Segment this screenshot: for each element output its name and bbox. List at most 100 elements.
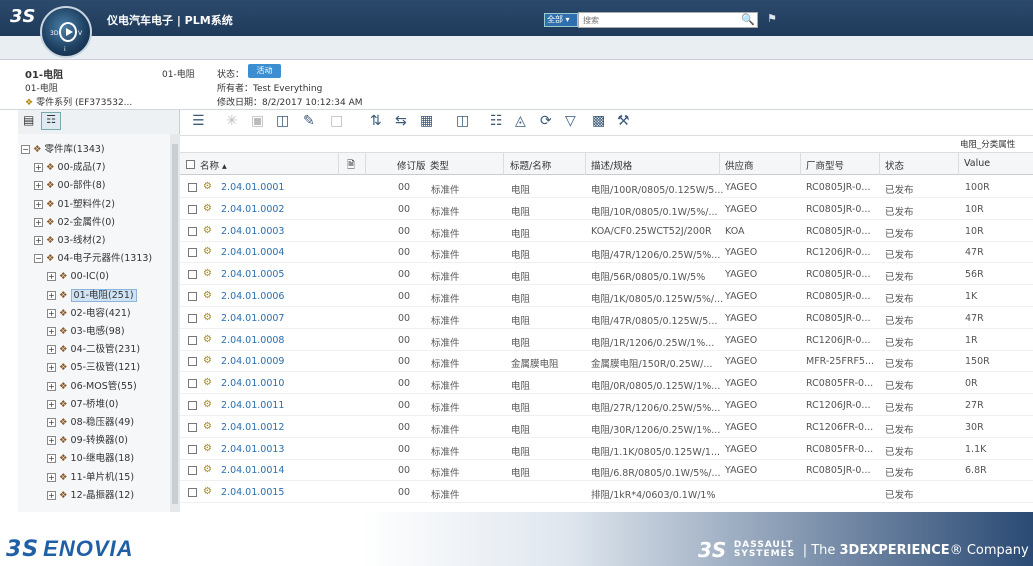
row-checkbox[interactable] [188,335,197,345]
tree-item[interactable]: + ❖ 04-二极管(231) [47,343,140,357]
expand-icon[interactable]: + [47,327,56,336]
reverse-icon[interactable]: ⇆ [395,113,407,129]
compare-icon[interactable]: ◬ [515,113,526,129]
state-badge[interactable]: 活动 [248,64,281,78]
expand-icon[interactable]: + [47,272,56,282]
col-state[interactable]: 状态 [885,158,904,172]
tree-item[interactable]: + ❖ 03-线材(2) [34,234,106,248]
expand-icon[interactable]: + [34,236,43,245]
expand-icon[interactable]: + [47,490,56,500]
columns-icon[interactable]: ◫ [456,113,469,129]
row-checkbox[interactable] [188,444,197,454]
expand-icon[interactable]: + [34,217,43,227]
col-revision[interactable]: 修订版 [397,158,426,172]
row-checkbox[interactable] [188,357,197,367]
table-edit-icon[interactable]: ▦ [420,113,433,129]
tree-item[interactable]: + ❖ 11-单片机(15) [47,471,134,485]
row-checkbox[interactable] [188,466,197,476]
row-checkbox[interactable] [188,292,197,301]
row-checkbox[interactable] [188,379,197,389]
part-number-link[interactable]: 2.04.01.0014 [221,465,284,476]
tree-item[interactable]: + ❖ 01-塑料件(2) [34,198,115,212]
part-number-link[interactable]: 2.04.01.0009 [221,356,284,367]
filter-icon[interactable]: ▽ [565,113,576,129]
col-value[interactable]: Value [964,158,990,169]
search-input[interactable] [578,12,758,28]
list-edit-icon[interactable]: ☷ [490,113,503,129]
part-number-link[interactable]: 2.04.01.0008 [221,335,284,346]
object-family[interactable]: ❖ 零件系列 (EF373532... [25,95,132,108]
row-checkbox[interactable] [188,204,197,214]
tree-item[interactable]: + ❖ 00-部件(8) [34,179,106,193]
pencil-icon[interactable]: ✎ [303,113,315,129]
tools-icon[interactable]: ⚒ [617,113,630,129]
menu-icon[interactable]: ☰ [192,113,205,129]
part-number-link[interactable]: 2.04.01.0002 [221,204,284,215]
part-number-link[interactable]: 2.04.01.0012 [221,422,284,433]
row-checkbox[interactable] [188,313,197,323]
expand-icon[interactable]: + [47,345,56,355]
expand-icon[interactable]: + [47,381,56,391]
tree-item[interactable]: + ❖ 09-转换器(0) [47,434,128,448]
row-checkbox[interactable] [188,401,197,410]
swap-icon[interactable]: ⇅ [370,113,382,129]
expand-icon[interactable]: + [47,363,56,373]
tree-scroll-thumb[interactable] [172,144,178,504]
tree-item[interactable]: − ❖ 零件库(1343) [21,143,105,157]
search-icon[interactable]: 🔍 [741,13,755,26]
expand-icon[interactable]: + [47,399,56,409]
col-type[interactable]: 类型 [430,158,449,172]
search-scope-select[interactable]: 全部 ▾ [544,13,578,27]
row-checkbox[interactable] [188,488,197,498]
part-number-link[interactable]: 2.04.01.0011 [221,400,284,411]
expand-icon[interactable]: + [47,418,56,427]
expand-icon[interactable]: + [47,436,56,446]
tree-item[interactable]: + ❖ 08-稳压器(49) [47,416,134,430]
tree-item[interactable]: + ❖ 07-桥堆(0) [47,398,119,412]
expand-icon[interactable]: + [47,290,56,300]
tree-item[interactable]: + ❖ 00-IC(0) [47,270,109,284]
part-number-link[interactable]: 2.04.01.0004 [221,247,284,258]
expand-icon[interactable]: + [34,163,43,173]
list-view-icon[interactable]: ▤ [23,113,37,129]
fullscreen-icon[interactable]: ▩ [592,113,605,129]
tree-view-icon[interactable]: ☶ [41,112,61,130]
part-number-link[interactable]: 2.04.01.0010 [221,378,284,389]
row-checkbox[interactable] [188,422,197,432]
tree-item[interactable]: − ❖ 04-电子元器件(1313) [34,252,152,266]
compass-icon[interactable]: 3D V i [40,6,92,58]
col-name[interactable]: 名称 ▴ [200,158,227,172]
tree-item[interactable]: + ❖ 05-三极管(121) [47,361,140,375]
part-number-link[interactable]: 2.04.01.0013 [221,444,284,455]
tag-icon[interactable]: ⚑ [767,12,777,25]
tree-item[interactable]: + ❖ 06-MOS管(55) [47,380,137,394]
col-supplier[interactable]: 供应商 [725,158,754,172]
part-number-link[interactable]: 2.04.01.0015 [221,487,284,498]
row-checkbox[interactable] [188,226,197,236]
tree-scrollbar[interactable] [170,134,180,512]
part-number-link[interactable]: 2.04.01.0006 [221,291,284,302]
tree-item[interactable]: + ❖ 02-电容(421) [47,307,131,321]
row-checkbox[interactable] [188,183,197,192]
tree-item[interactable]: + ❖ 02-金属件(0) [34,216,115,230]
tree-item[interactable]: + ❖ 00-成品(7) [34,161,106,175]
row-checkbox[interactable] [188,270,197,280]
collapse-icon[interactable]: − [21,145,30,154]
part-number-link[interactable]: 2.04.01.0003 [221,226,284,237]
select-all-checkbox[interactable] [186,160,195,169]
inspect-icon[interactable]: ◫ [276,113,289,129]
tree-item[interactable]: + ❖ 01-电阻(251) [47,288,137,303]
tree-item[interactable]: + ❖ 03-电感(98) [47,325,125,339]
col-description[interactable]: 描述/规格 [591,158,632,172]
refresh-icon[interactable]: ⟳ [540,113,552,129]
part-number-link[interactable]: 2.04.01.0001 [221,182,284,193]
row-checkbox[interactable] [188,248,197,258]
part-number-link[interactable]: 2.04.01.0007 [221,313,284,324]
expand-icon[interactable]: + [34,199,43,209]
col-title[interactable]: 标题/名称 [510,158,551,172]
expand-icon[interactable]: + [34,181,43,191]
expand-icon[interactable]: + [47,308,56,318]
tree-item[interactable]: + ❖ 10-继电器(18) [47,452,134,466]
expand-icon[interactable]: + [47,472,56,482]
tree-item[interactable]: + ❖ 12-晶振器(12) [47,489,134,503]
